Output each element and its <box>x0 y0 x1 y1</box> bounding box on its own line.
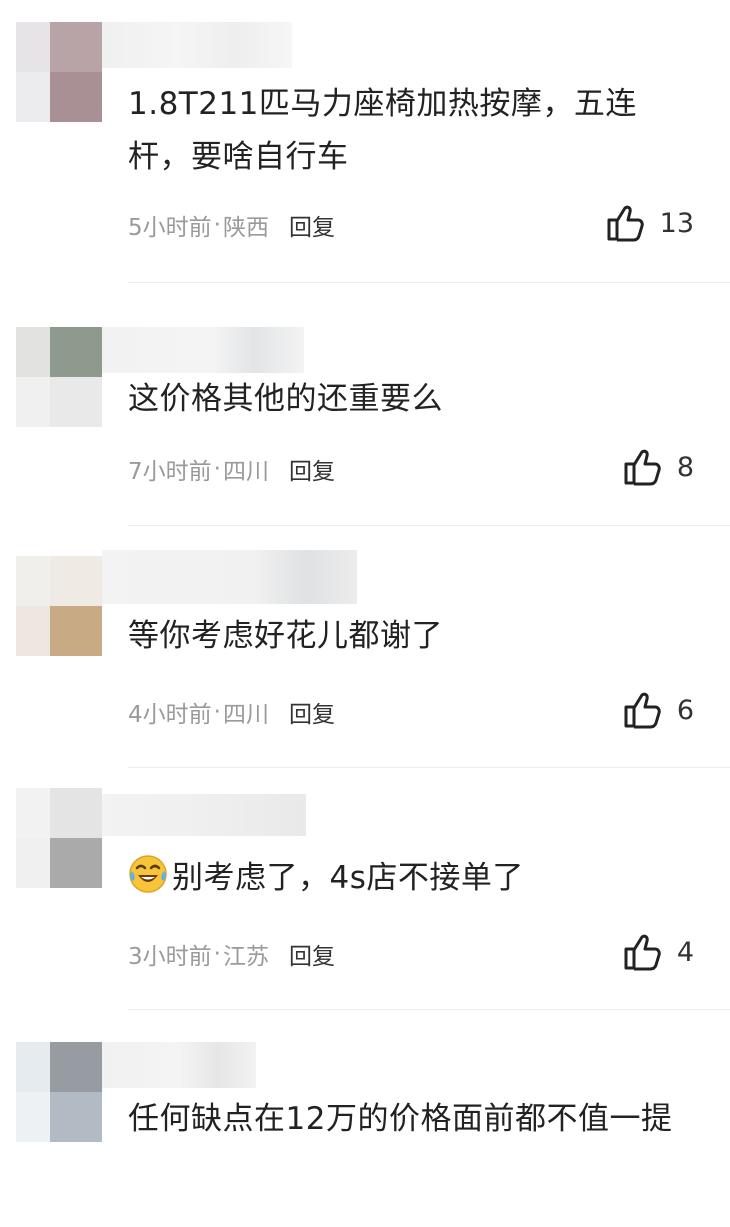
username-redacted[interactable] <box>102 1042 256 1088</box>
like-count: 13 <box>659 207 694 239</box>
comment-item: 这价格其他的还重要么 7小时前 · 四川 回复 8 <box>0 283 730 525</box>
comment-region: 陕西 <box>222 215 269 241</box>
thumbs-up-icon <box>623 447 663 487</box>
avatar[interactable] <box>16 22 102 122</box>
like-count: 6 <box>676 694 694 726</box>
username-redacted[interactable] <box>102 22 292 68</box>
username-redacted[interactable] <box>102 794 306 836</box>
meta-separator: · <box>213 212 221 238</box>
comment-time: 7小时前 <box>128 459 212 485</box>
comment-item: 等你考虑好花儿都谢了 4小时前 · 四川 回复 6 <box>0 526 730 768</box>
comment-meta: 4小时前 · 四川 回复 <box>128 695 335 729</box>
comment-time: 3小时前 <box>128 944 212 970</box>
like-count: 4 <box>676 936 694 968</box>
reply-button[interactable]: 回复 <box>289 208 335 242</box>
thumbs-up-icon <box>606 203 646 243</box>
like-count: 8 <box>676 451 694 483</box>
comment-meta: 5小时前 · 陕西 回复 <box>128 208 335 242</box>
like-button[interactable]: 8 <box>623 447 694 487</box>
comment-item: 1.8T211匹马力座椅加热按摩，五连杆，要啥自行车 5小时前 · 陕西 回复 … <box>0 0 730 270</box>
avatar[interactable] <box>16 788 102 888</box>
avatar[interactable] <box>16 556 102 656</box>
avatar[interactable] <box>16 1042 102 1142</box>
like-button[interactable]: 4 <box>623 932 694 972</box>
comment-time: 4小时前 <box>128 702 212 728</box>
avatar[interactable] <box>16 327 102 427</box>
comment-item: 任何缺点在12万的价格面前都不值一提 <box>0 1010 730 1227</box>
laughing-crying-emoji-icon <box>129 855 167 893</box>
comment-text: 别考虑了，4s店不接单了 <box>128 852 688 905</box>
comment-text: 等你考虑好花儿都谢了 <box>128 618 443 654</box>
comment-meta: 7小时前 · 四川 回复 <box>128 452 335 486</box>
meta-separator: · <box>213 456 221 482</box>
like-button[interactable]: 6 <box>623 690 694 730</box>
comment-meta: 3小时前 · 江苏 回复 <box>128 937 335 971</box>
comment-feed: 1.8T211匹马力座椅加热按摩，五连杆，要啥自行车 5小时前 · 陕西 回复 … <box>0 0 730 1227</box>
reply-button[interactable]: 回复 <box>289 695 335 729</box>
username-redacted[interactable] <box>102 327 304 373</box>
comment-region: 江苏 <box>222 944 269 970</box>
reply-button[interactable]: 回复 <box>289 937 335 971</box>
comment-time: 5小时前 <box>128 215 212 241</box>
comment-item: 别考虑了，4s店不接单了 3小时前 · 江苏 回复 4 <box>0 768 730 1010</box>
comment-text-content: 别考虑了，4s店不接单了 <box>172 860 524 896</box>
thumbs-up-icon <box>623 690 663 730</box>
username-redacted[interactable] <box>102 550 357 604</box>
meta-separator: · <box>213 699 221 725</box>
like-button[interactable]: 13 <box>606 203 694 243</box>
comment-text: 1.8T211匹马力座椅加热按摩，五连杆，要啥自行车 <box>128 86 637 175</box>
reply-button[interactable]: 回复 <box>289 452 335 486</box>
comment-region: 四川 <box>222 459 269 485</box>
thumbs-up-icon <box>623 932 663 972</box>
meta-separator: · <box>213 941 221 967</box>
comment-text: 任何缺点在12万的价格面前都不值一提 <box>128 1101 673 1137</box>
comment-text: 这价格其他的还重要么 <box>128 381 443 417</box>
comment-region: 四川 <box>222 702 269 728</box>
